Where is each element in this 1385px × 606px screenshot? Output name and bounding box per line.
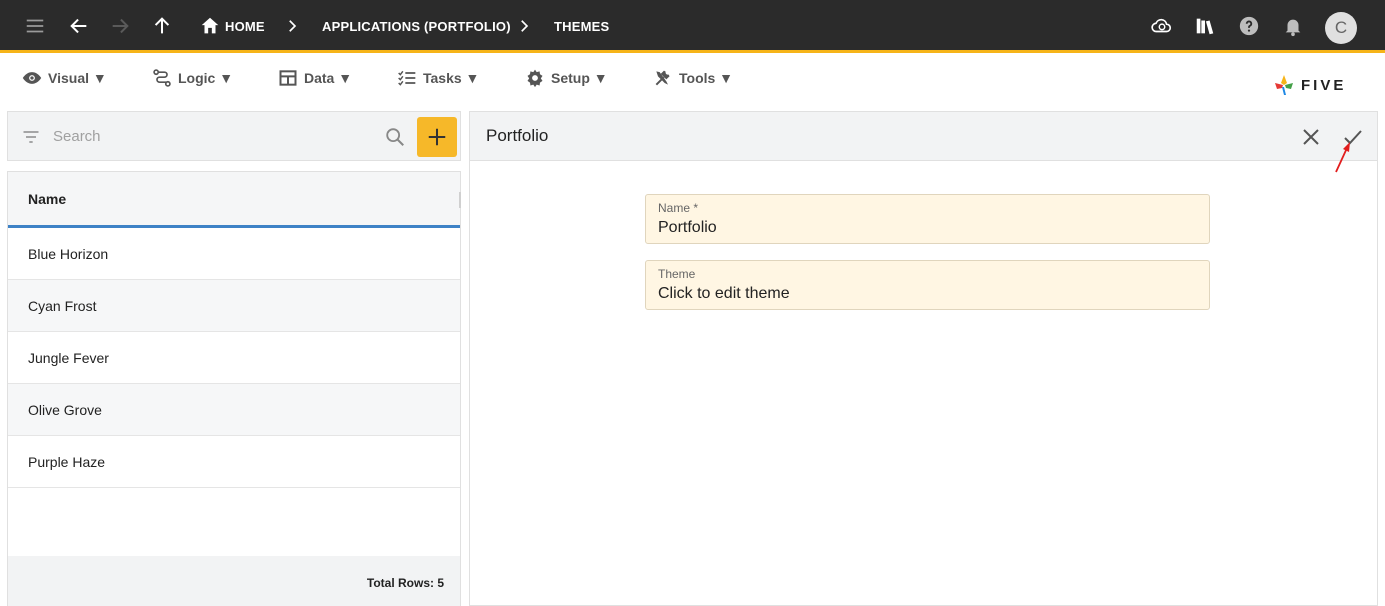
plus-icon	[428, 128, 446, 146]
close-icon[interactable]	[1299, 125, 1323, 149]
home-icon[interactable]	[196, 12, 224, 40]
menu-logic[interactable]: Logic ▼	[152, 62, 233, 94]
logic-icon	[153, 69, 171, 87]
chevron-right-icon	[521, 20, 529, 32]
list-item[interactable]: Jungle Fever	[8, 332, 460, 384]
search-bar: Search	[7, 111, 461, 161]
list-rows: Blue Horizon Cyan Frost Jungle Fever Oli…	[8, 228, 460, 488]
list-item[interactable]: Blue Horizon	[8, 228, 460, 280]
hamburger-menu-icon[interactable]	[21, 12, 49, 40]
menu-tasks[interactable]: Tasks ▼	[397, 62, 479, 94]
form-title: Portfolio	[486, 126, 549, 145]
tools-icon	[655, 70, 670, 86]
library-books-icon[interactable]	[1191, 12, 1219, 40]
five-logo-icon	[1275, 75, 1293, 95]
back-arrow-icon[interactable]	[65, 12, 93, 40]
help-icon[interactable]	[1235, 12, 1263, 40]
total-rows: Total Rows: 5	[366, 576, 444, 590]
name-field-value: Portfolio	[658, 219, 717, 236]
list-item[interactable]: Purple Haze	[8, 436, 460, 488]
tasks-icon	[398, 70, 416, 86]
annotation-arrow-icon	[1335, 142, 1350, 173]
breadcrumb-home[interactable]: HOME	[225, 0, 265, 53]
themes-list: Name Blue Horizon Cyan Frost Jungle Feve…	[7, 171, 461, 606]
forward-arrow-icon[interactable]	[106, 12, 134, 40]
menu-visual[interactable]: Visual ▼	[22, 62, 107, 94]
form-header: Portfolio	[470, 112, 1377, 161]
eye-icon	[22, 72, 42, 84]
five-logo: FIVE	[1273, 72, 1346, 98]
add-button[interactable]	[417, 117, 457, 157]
gear-icon	[527, 69, 543, 88]
name-field[interactable]: Name * Portfolio	[645, 194, 1210, 244]
list-item[interactable]: Cyan Frost	[8, 280, 460, 332]
breadcrumb-applications[interactable]: APPLICATIONS (PORTFOLIO)	[322, 0, 511, 53]
theme-field-value: Click to edit theme	[658, 285, 790, 302]
filter-icon[interactable]	[21, 127, 41, 147]
list-footer: Total Rows: 5	[8, 556, 460, 606]
column-header[interactable]: Name	[8, 172, 461, 228]
theme-field-label: Theme	[658, 267, 696, 281]
top-bar: HOME APPLICATIONS (PORTFOLIO) THEMES C	[0, 0, 1385, 53]
column-header-name: Name	[28, 191, 67, 207]
menu-bar: Visual ▼ Logic ▼ Data ▼ Tasks ▼ Setup ▼ …	[0, 56, 1385, 108]
notification-bell-icon[interactable]	[1279, 12, 1307, 40]
up-arrow-icon[interactable]	[148, 12, 176, 40]
column-resize-handle[interactable]	[459, 192, 461, 208]
table-icon	[279, 70, 297, 86]
list-item[interactable]: Olive Grove	[8, 384, 460, 436]
search-input[interactable]: Search	[53, 128, 101, 145]
search-icon[interactable]	[384, 126, 406, 148]
form-panel: Portfolio Name * Portfolio Theme Click t…	[469, 111, 1378, 606]
menu-tools[interactable]: Tools ▼	[653, 62, 733, 94]
menu-setup[interactable]: Setup ▼	[525, 62, 608, 94]
theme-field[interactable]: Theme Click to edit theme	[645, 260, 1210, 310]
menu-data[interactable]: Data ▼	[278, 62, 352, 94]
chevron-right-icon	[289, 20, 297, 32]
breadcrumb-themes[interactable]: THEMES	[554, 0, 609, 53]
name-field-label: Name *	[658, 201, 699, 215]
user-avatar[interactable]: C	[1325, 12, 1357, 44]
list-panel: Search Name Blue Horizon Cyan Frost Jung…	[7, 111, 461, 606]
cloud-sync-icon[interactable]	[1148, 12, 1176, 40]
